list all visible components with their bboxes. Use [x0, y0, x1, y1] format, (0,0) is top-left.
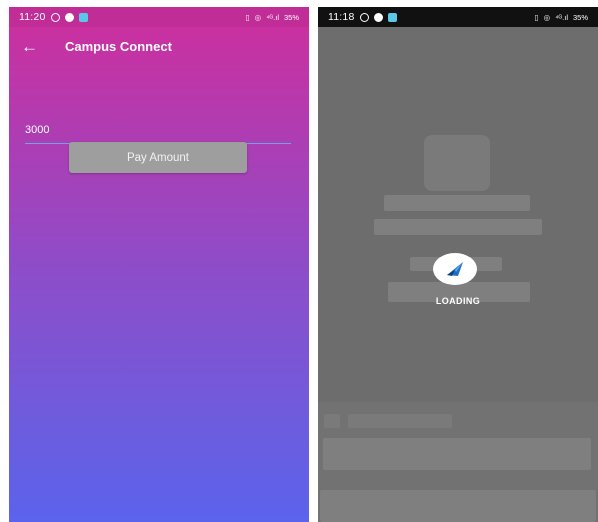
signal-indicator: ⁴ᴳ.ıl [555, 12, 568, 22]
page-title: Campus Connect [65, 38, 172, 54]
call-icon [64, 12, 74, 22]
skeleton-line [384, 195, 530, 211]
paper-plane-logo-icon [447, 262, 463, 276]
status-bar: 11:20 ▯ ◎ ⁴ᴳ.ıl 35% [9, 7, 309, 27]
skeleton-avatar [424, 135, 490, 191]
pay-amount-button[interactable]: Pay Amount [69, 142, 247, 173]
app-bar: ← Campus Connect [9, 31, 309, 61]
amount-input[interactable]: 3000 [25, 117, 291, 144]
status-bar-left: 11:18 [328, 11, 397, 23]
status-bar-right: ▯ ◎ ⁴ᴳ.ıl 35% [246, 13, 299, 22]
loading-label: LOADING [435, 296, 481, 306]
battery-level: 35% [572, 12, 588, 22]
skeleton-chip [324, 414, 340, 428]
message-icon [78, 12, 88, 22]
vibrate-icon: ▯ [245, 12, 250, 22]
signal-indicator: ⁴ᴳ.ıl [266, 12, 279, 22]
status-bar-left: 11:20 [19, 11, 88, 23]
location-icon: ◎ [543, 12, 551, 22]
status-time: 11:18 [328, 11, 355, 23]
skeleton-bottom-panel [318, 402, 598, 522]
loading-screen: 11:18 ▯ ◎ ⁴ᴳ.ıl 35% LOADING [318, 7, 598, 522]
whatsapp-icon [359, 12, 369, 22]
call-icon [373, 12, 383, 22]
status-bar-right: ▯ ◎ ⁴ᴳ.ıl 35% [535, 13, 588, 22]
vibrate-icon: ▯ [534, 12, 539, 22]
status-time: 11:20 [19, 11, 46, 23]
skeleton-line [348, 414, 452, 428]
screenshot-canvas: 11:20 ▯ ◎ ⁴ᴳ.ıl 35% ← Campus Connect 300… [0, 0, 598, 522]
battery-level: 35% [283, 12, 299, 22]
skeleton-bar [320, 490, 596, 522]
skeleton-bar [323, 438, 591, 470]
message-icon [387, 12, 397, 22]
location-icon: ◎ [254, 12, 262, 22]
payment-screen: 11:20 ▯ ◎ ⁴ᴳ.ıl 35% ← Campus Connect 300… [9, 7, 309, 522]
skeleton-line [374, 219, 542, 235]
whatsapp-icon [50, 12, 60, 22]
status-bar: 11:18 ▯ ◎ ⁴ᴳ.ıl 35% [318, 7, 598, 27]
loader-badge [433, 253, 477, 285]
arrow-left-icon[interactable]: ← [21, 38, 51, 55]
